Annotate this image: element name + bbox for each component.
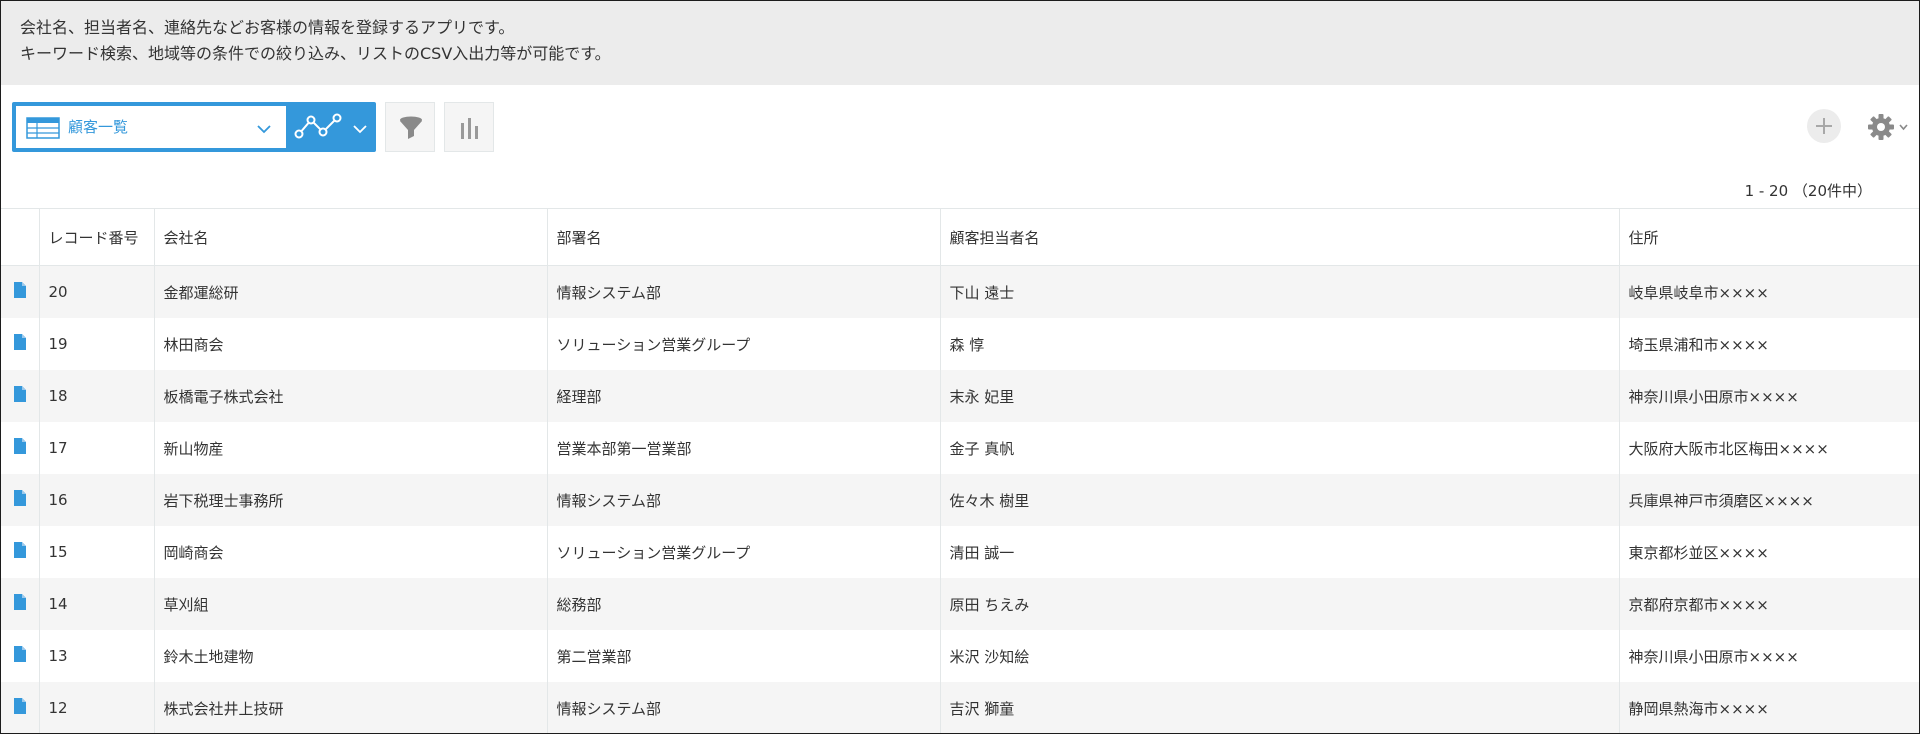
records-table: レコード番号 会社名 部署名 顧客担当者名 住所 20 金都運総研 情報システム部下…	[1, 208, 1920, 734]
add-record-button[interactable]	[1807, 109, 1841, 143]
cell-contact: 吉沢 獅童	[940, 682, 1620, 734]
column-header-contact[interactable]: 顧客担当者名	[940, 208, 1620, 266]
document-icon[interactable]	[13, 490, 26, 510]
document-icon[interactable]	[13, 698, 26, 718]
filter-button[interactable]	[385, 102, 435, 152]
document-icon[interactable]	[13, 438, 26, 458]
record-detail-cell[interactable]	[1, 370, 40, 422]
cell-record-number: 13	[39, 630, 155, 682]
cell-address: 神奈川県小田原市××××	[1619, 370, 1920, 422]
cell-company: 岡崎商会	[154, 526, 548, 578]
cell-department: 情報システム部	[547, 682, 941, 734]
table-row[interactable]: 17 新山物産 営業本部第一営業部 金子 真帆 大阪府大阪市北区梅田××××	[1, 422, 1920, 474]
table-row[interactable]: 14 草刈組 総務部 原田 ちえみ 京都府京都市××××	[1, 578, 1920, 630]
cell-address: 神奈川県小田原市××××	[1619, 630, 1920, 682]
graph-button[interactable]	[444, 102, 494, 152]
table-row[interactable]: 12 株式会社井上技研 情報システム部 吉沢 獅童 静岡県熱海市××××	[1, 682, 1920, 734]
cell-company: 金都運総研	[154, 265, 548, 318]
column-header-department[interactable]: 部署名	[547, 208, 941, 266]
graph-view-button[interactable]	[286, 102, 376, 152]
table-row[interactable]: 15 岡崎商会 ソリューション営業グループ 清田 誠一 東京都杉並区××××	[1, 526, 1920, 578]
view-selector-group: 顧客一覧	[12, 102, 376, 152]
cell-department: 営業本部第一営業部	[547, 422, 941, 474]
table-row[interactable]: 18 板橋電子株式会社 経理部 末永 妃里 神奈川県小田原市××××	[1, 370, 1920, 422]
cell-contact: 金子 真帆	[940, 422, 1620, 474]
record-detail-cell[interactable]	[1, 682, 40, 734]
line-graph-icon	[294, 112, 344, 146]
cell-department: ソリューション営業グループ	[547, 318, 941, 370]
cell-company: 岩下税理士事務所	[154, 474, 548, 526]
cell-record-number: 17	[39, 422, 155, 474]
table-header-row: レコード番号 会社名 部署名 顧客担当者名 住所	[1, 208, 1920, 266]
cell-address: 東京都杉並区××××	[1619, 526, 1920, 578]
record-detail-cell[interactable]	[1, 630, 40, 682]
record-detail-cell[interactable]	[1, 318, 40, 370]
description-line-2: キーワード検索、地域等の条件での絞り込み、リストのCSV入出力等が可能です。	[20, 44, 611, 63]
cell-record-number: 12	[39, 682, 155, 734]
cell-company: 林田商会	[154, 318, 548, 370]
column-header-record-number[interactable]: レコード番号	[39, 208, 155, 266]
record-detail-cell[interactable]	[1, 422, 40, 474]
settings-button[interactable]	[1866, 112, 1910, 142]
cell-department: 第二営業部	[547, 630, 941, 682]
cell-address: 大阪府大阪市北区梅田××××	[1619, 422, 1920, 474]
table-row[interactable]: 20 金都運総研 情報システム部 下山 遠士 岐阜県岐阜市××××	[1, 265, 1920, 318]
column-header-address[interactable]: 住所	[1619, 208, 1920, 266]
document-icon[interactable]	[13, 334, 26, 354]
document-icon[interactable]	[13, 282, 26, 302]
chevron-down-icon	[352, 120, 368, 139]
record-detail-cell[interactable]	[1, 578, 40, 630]
cell-contact: 原田 ちえみ	[940, 578, 1620, 630]
view-name-label: 顧客一覧	[68, 118, 129, 136]
cell-contact: 米沢 沙知絵	[940, 630, 1620, 682]
record-detail-cell[interactable]	[1, 265, 40, 318]
record-detail-cell[interactable]	[1, 526, 40, 578]
cell-department: ソリューション営業グループ	[547, 526, 941, 578]
app-description: 会社名、担当者名、連絡先などお客様の情報を登録するアプリです。 キーワード検索、…	[1, 1, 1919, 85]
description-line-1: 会社名、担当者名、連絡先などお客様の情報を登録するアプリです。	[20, 18, 515, 37]
table-row[interactable]: 19 林田商会 ソリューション営業グループ森 惇埼玉県浦和市××××	[1, 318, 1920, 370]
cell-address: 静岡県熱海市××××	[1619, 682, 1920, 734]
cell-record-number: 15	[39, 526, 155, 578]
cell-company: 鈴木土地建物	[154, 630, 548, 682]
table-grid-icon	[26, 117, 60, 143]
cell-record-number: 14	[39, 578, 155, 630]
cell-department: 情報システム部	[547, 474, 941, 526]
cell-contact: 佐々木 樹里	[940, 474, 1620, 526]
cell-company: 株式会社井上技研	[154, 682, 548, 734]
document-icon[interactable]	[13, 542, 26, 562]
cell-address: 岐阜県岐阜市××××	[1619, 265, 1920, 318]
column-header-company[interactable]: 会社名	[154, 208, 548, 266]
cell-record-number: 18	[39, 370, 155, 422]
cell-company: 新山物産	[154, 422, 548, 474]
cell-company: 板橋電子株式会社	[154, 370, 548, 422]
table-row[interactable]: 13 鈴木土地建物 第二営業部 米沢 沙知絵 神奈川県小田原市××××	[1, 630, 1920, 682]
gear-icon	[1866, 114, 1910, 146]
cell-contact: 森 惇	[940, 318, 1620, 370]
cell-address: 埼玉県浦和市××××	[1619, 318, 1920, 370]
chevron-down-icon	[256, 120, 272, 139]
cell-company: 草刈組	[154, 578, 548, 630]
cell-department: 情報システム部	[547, 265, 941, 318]
document-icon[interactable]	[13, 386, 26, 406]
pagination-info: 1 - 20 （20件中）	[1744, 182, 1872, 200]
record-detail-cell[interactable]	[1, 474, 40, 526]
cell-address: 兵庫県神戸市須磨区××××	[1619, 474, 1920, 526]
document-icon[interactable]	[13, 594, 26, 614]
cell-record-number: 16	[39, 474, 155, 526]
column-header-icon	[1, 208, 40, 266]
cell-department: 総務部	[547, 578, 941, 630]
cell-contact: 清田 誠一	[940, 526, 1620, 578]
cell-contact: 下山 遠士	[940, 265, 1620, 318]
view-select-dropdown[interactable]: 顧客一覧	[16, 106, 286, 148]
cell-address: 京都府京都市××××	[1619, 578, 1920, 630]
cell-contact: 末永 妃里	[940, 370, 1620, 422]
table-row[interactable]: 16 岩下税理士事務所 情報システム部 佐々木 樹里 兵庫県神戸市須磨区××××	[1, 474, 1920, 526]
document-icon[interactable]	[13, 646, 26, 666]
cell-record-number: 19	[39, 318, 155, 370]
cell-department: 経理部	[547, 370, 941, 422]
cell-record-number: 20	[39, 265, 155, 318]
